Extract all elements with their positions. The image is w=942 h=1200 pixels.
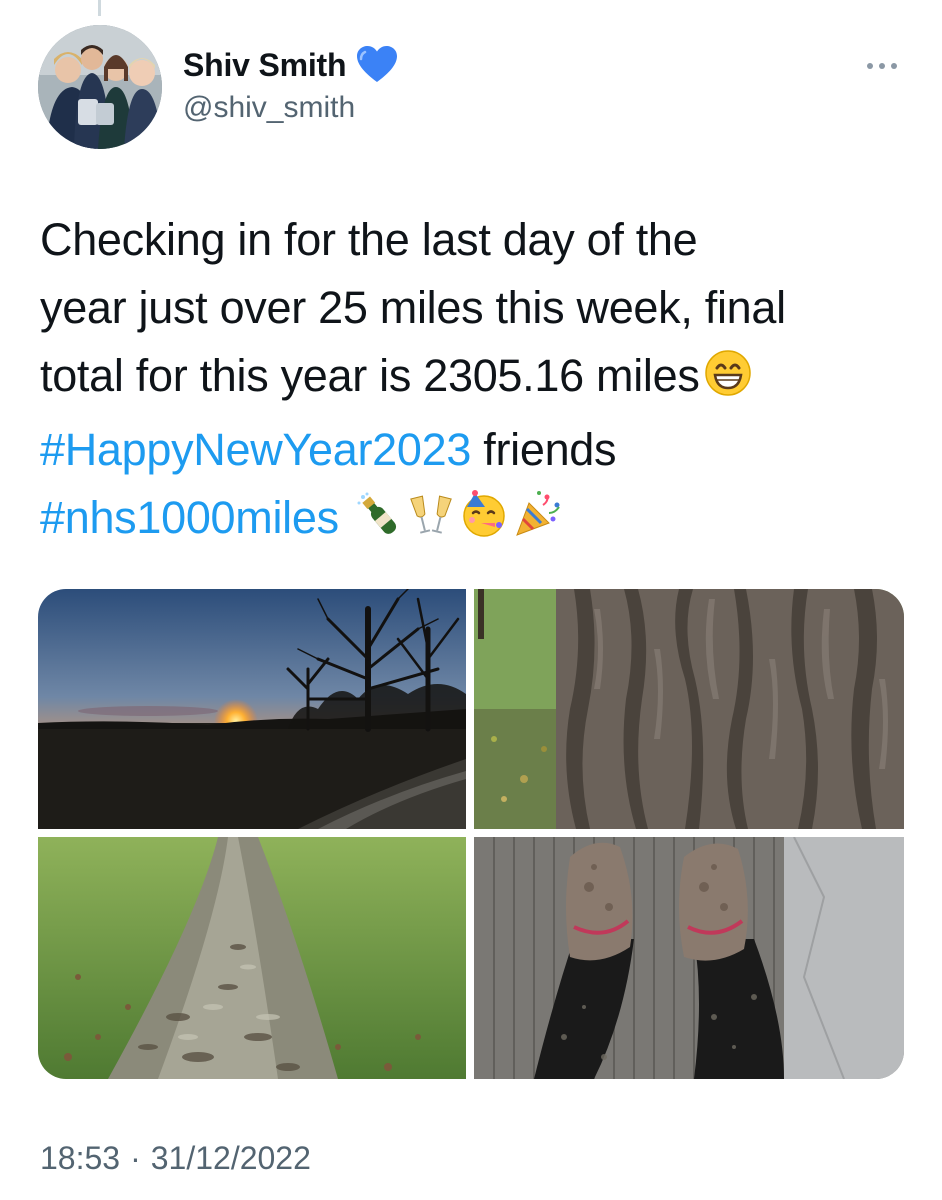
more-horizontal-icon[interactable] — [862, 56, 902, 76]
tweet-date: 31/12/2022 — [151, 1140, 311, 1177]
grinning-face-emoji — [704, 348, 752, 416]
avatar[interactable] — [38, 25, 162, 149]
tweet-line-text: total for this year is 2305.16 miles — [40, 350, 700, 401]
media-grid — [38, 589, 904, 1079]
hashtag-happynewyear2023[interactable]: #HappyNewYear2023 — [40, 424, 471, 475]
tweet-line: Checking in for the last day of the — [40, 206, 920, 274]
tweet-line: total for this year is 2305.16 miles — [40, 342, 920, 416]
photo-tree-bark[interactable] — [474, 589, 904, 829]
party-popper-emoji — [513, 489, 565, 558]
partying-face-emoji — [459, 489, 509, 558]
photo-sunset[interactable] — [38, 589, 466, 829]
bottle-popping-cork-emoji — [355, 490, 403, 558]
photo-muddy-shoes[interactable] — [474, 837, 904, 1079]
tweet-line: #HappyNewYear2023 friends — [40, 416, 920, 484]
hashtag-nhs1000miles[interactable]: #nhs1000miles — [40, 492, 339, 543]
tweet-line-text: friends — [471, 424, 616, 475]
timestamp-separator: · — [130, 1140, 141, 1177]
tweet-line: year just over 25 miles this week, final — [40, 274, 920, 342]
clinking-glasses-emoji — [407, 490, 455, 558]
user-name-row: Shiv Smith — [183, 46, 398, 84]
tweet-timestamp[interactable]: 18:53 · 31/12/2022 — [40, 1140, 311, 1177]
tweet-text: Checking in for the last day of the year… — [40, 206, 920, 558]
user-handle[interactable]: @shiv_smith — [183, 91, 355, 125]
thread-connector-line — [98, 0, 101, 16]
tweet-line: #nhs1000miles — [40, 484, 920, 558]
blue-heart-icon — [356, 46, 398, 84]
photo-muddy-path[interactable] — [38, 837, 466, 1079]
display-name[interactable]: Shiv Smith — [183, 47, 346, 84]
tweet-time: 18:53 — [40, 1140, 120, 1177]
